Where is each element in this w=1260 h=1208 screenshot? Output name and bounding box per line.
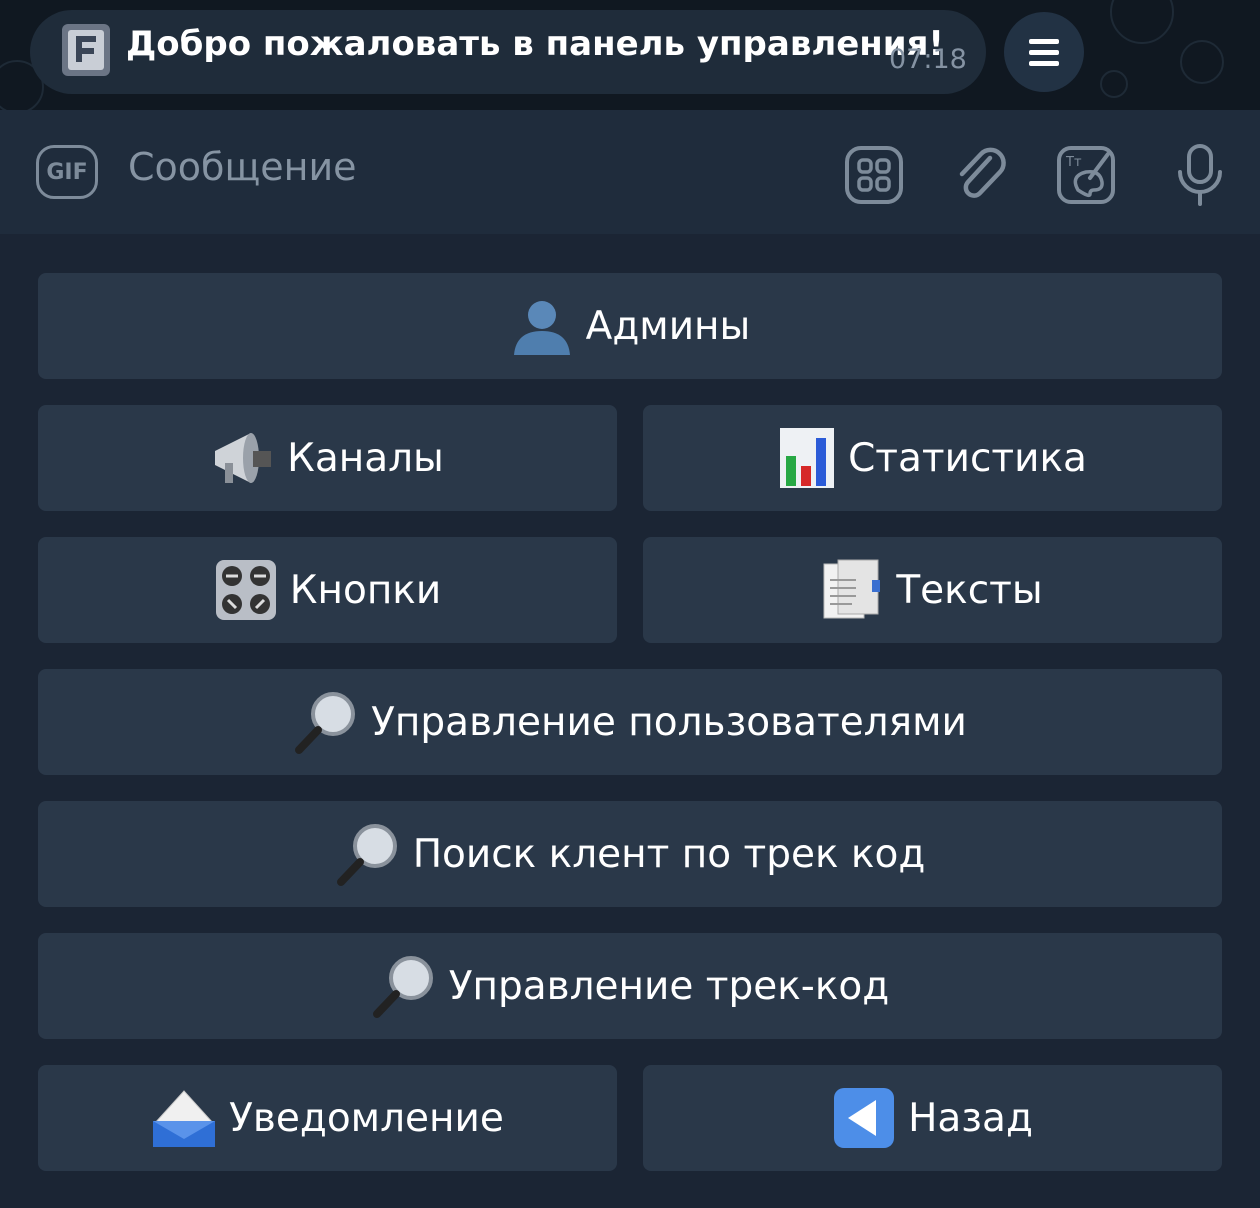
message-bubble[interactable]: Добро пожаловать в панель управления! 07…: [30, 10, 986, 94]
message-input[interactable]: [126, 138, 820, 196]
bot-logo-icon: [62, 24, 110, 76]
menu-icon: [1029, 36, 1059, 69]
notification-label: Уведомление: [229, 1095, 504, 1141]
statistics-button[interactable]: Статистика: [643, 405, 1222, 511]
megaphone-icon: [215, 433, 272, 483]
user-silhouette-icon: [513, 301, 570, 355]
documents-icon: [823, 559, 881, 619]
admins-label: Админы: [585, 303, 751, 349]
svg-text:Tт: Tт: [1065, 155, 1082, 170]
bot-menu-button[interactable]: [1004, 12, 1084, 92]
track-management-label: Управление трек-код: [448, 963, 890, 1009]
sticker-editor-icon[interactable]: Tт: [1056, 144, 1116, 206]
bar-chart-icon: [780, 428, 835, 488]
attach-icon[interactable]: [952, 144, 1012, 206]
microphone-icon[interactable]: [1170, 144, 1230, 206]
back-label: Назад: [908, 1095, 1033, 1141]
user-management-button[interactable]: Управление пользователями: [38, 669, 1222, 775]
back-button[interactable]: Назад: [643, 1065, 1222, 1171]
texts-label: Тексты: [896, 567, 1043, 613]
admins-button[interactable]: Админы: [38, 273, 1222, 379]
search-client-label: Поиск клент по трек код: [412, 831, 926, 877]
texts-button[interactable]: Тексты: [643, 537, 1222, 643]
track-management-button[interactable]: Управление трек-код: [38, 933, 1222, 1039]
message-text: Добро пожаловать в панель управления!: [126, 24, 944, 64]
envelope-tray-icon: [153, 1090, 216, 1147]
gif-icon[interactable]: GIF: [36, 145, 98, 199]
user-management-label: Управление пользователями: [371, 699, 967, 745]
keyboard-toggle-icon[interactable]: [844, 144, 904, 206]
magnifier-icon: [336, 824, 397, 886]
channels-label: Каналы: [287, 435, 444, 481]
buttons-label: Кнопки: [289, 567, 442, 613]
statistics-label: Статистика: [848, 435, 1087, 481]
search-client-button[interactable]: Поиск клент по трек код: [38, 801, 1222, 907]
magnifier-icon: [372, 956, 433, 1018]
message-time: 07:18: [889, 44, 967, 75]
control-knobs-icon: [215, 560, 276, 620]
back-arrow-icon: [834, 1088, 895, 1148]
buttons-button[interactable]: Кнопки: [38, 537, 617, 643]
magnifier-icon: [295, 692, 356, 754]
channels-button[interactable]: Каналы: [38, 405, 617, 511]
notification-button[interactable]: Уведомление: [38, 1065, 617, 1171]
